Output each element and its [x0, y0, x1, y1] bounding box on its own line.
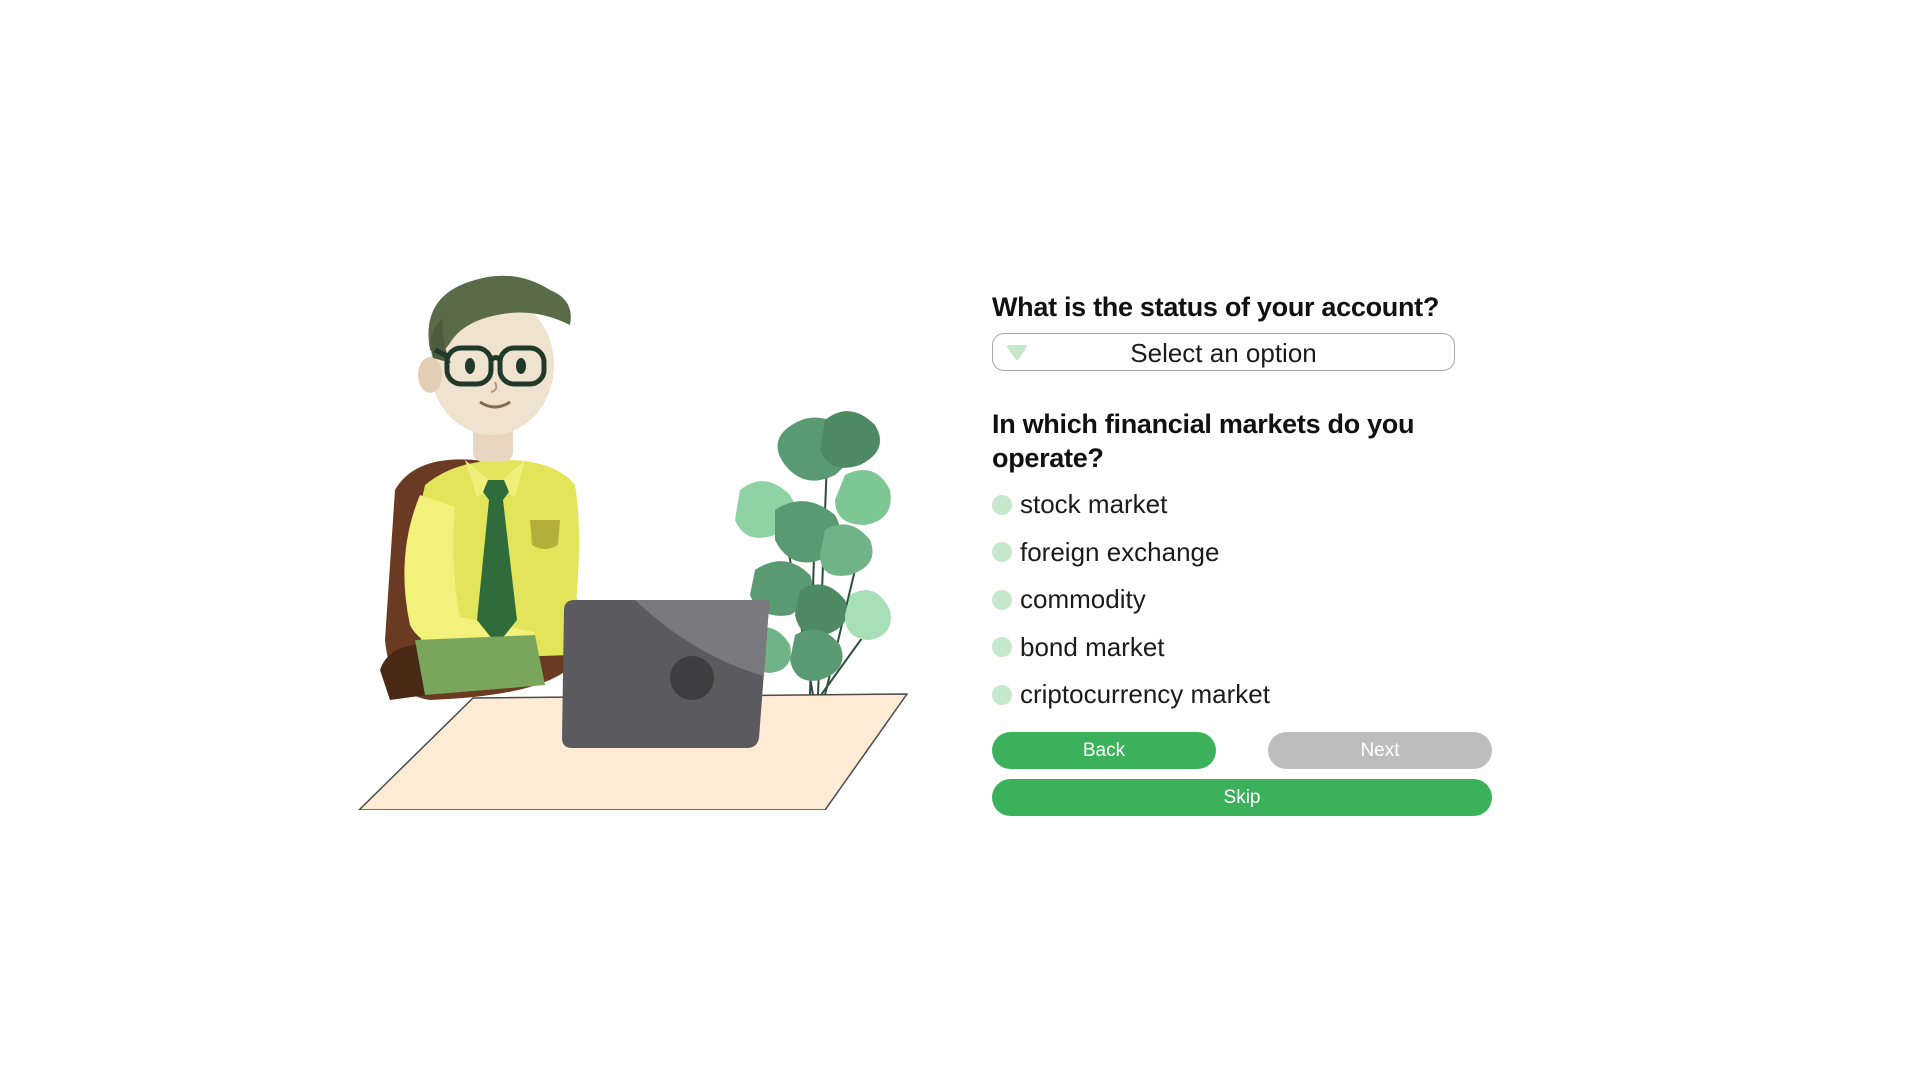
radio-button[interactable] [992, 589, 1012, 610]
markets-options: stock market foreign exchange commodity … [992, 481, 1492, 719]
survey-form: What is the status of your account? Sele… [992, 290, 1492, 816]
next-button[interactable]: Next [1268, 731, 1492, 769]
navigation-buttons: Back Next [992, 731, 1492, 769]
radio-button[interactable] [992, 684, 1012, 705]
financial-markets-question: In which financial markets do you operat… [992, 409, 1415, 473]
radio-button[interactable] [992, 542, 1012, 563]
option-stock-market[interactable]: stock market [992, 481, 1492, 529]
select-value: Select an option [1130, 338, 1317, 368]
option-label: criptocurrency market [1020, 679, 1270, 710]
option-bond-market[interactable]: bond market [992, 624, 1492, 672]
account-status-question: What is the status of your account? [992, 292, 1440, 322]
option-label: foreign exchange [1020, 536, 1220, 567]
option-foreign-exchange[interactable]: foreign exchange [992, 529, 1492, 577]
man-working-at-laptop-illustration [358, 275, 908, 810]
radio-button[interactable] [992, 637, 1012, 658]
option-commodity[interactable]: commodity [992, 576, 1492, 624]
skip-button[interactable]: Skip [992, 778, 1492, 816]
option-label: stock market [1020, 489, 1168, 520]
option-label: commodity [1020, 584, 1146, 615]
radio-button[interactable] [992, 494, 1012, 515]
option-label: bond market [1020, 631, 1165, 662]
option-criptocurrency-market[interactable]: criptocurrency market [992, 671, 1492, 719]
account-status-select[interactable]: Select an option [992, 333, 1455, 371]
onboarding-page: What is the status of your account? Sele… [0, 0, 1920, 1080]
back-button[interactable]: Back [992, 731, 1216, 769]
